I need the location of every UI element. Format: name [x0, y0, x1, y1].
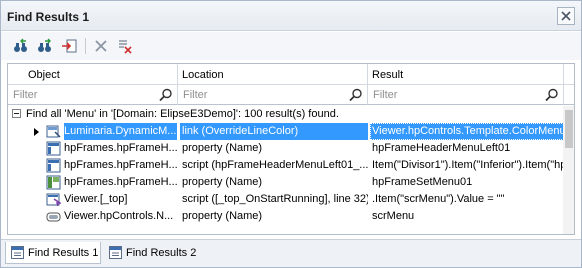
- filter-location-field[interactable]: Filter: [178, 85, 368, 105]
- cell-object: Viewer.hpControls.N...: [64, 210, 174, 222]
- table-row[interactable]: Luminaria.DynamicM... link (OverrideLine…: [8, 123, 570, 140]
- find-next-button[interactable]: [35, 37, 55, 55]
- cell-result: hpFrameSetMenu01: [372, 176, 473, 188]
- table-row[interactable]: hpFrames.hpFrameH... property (Name) hpF…: [8, 174, 564, 191]
- cell-location: script ([_top_OnStartRunning], line 32): [182, 193, 368, 205]
- search-summary: Find all 'Menu' in '[Domain: ElipseE3Dem…: [26, 108, 339, 120]
- search-icon: [159, 88, 172, 102]
- table-row[interactable]: Viewer.[_top] script ([_top_OnStartRunni…: [8, 191, 564, 208]
- frame-icon: [46, 141, 61, 156]
- control-icon: [46, 212, 61, 222]
- cell-location: property (Name): [182, 176, 263, 188]
- column-header-object[interactable]: Object: [8, 64, 178, 85]
- find-previous-button[interactable]: [11, 37, 31, 55]
- cell-object: Luminaria.DynamicM...: [64, 123, 177, 140]
- header-corner: [564, 64, 574, 85]
- scrollbar-thumb[interactable]: [565, 110, 573, 148]
- toolbar-separator: [85, 38, 86, 54]
- cell-result: hpFrameHeaderMenuLeft01: [372, 142, 511, 154]
- search-icon: [349, 88, 362, 102]
- cell-object: hpFrames.hpFrameH...: [64, 142, 177, 154]
- results-grid: Object Location Result Filter Filter Fil…: [7, 63, 575, 235]
- find-results-icon: [109, 246, 122, 259]
- filter-placeholder: Filter: [373, 89, 398, 101]
- find-results-window: Find Results 1 Object Location Result Fi…: [0, 0, 582, 268]
- column-header-label: Location: [182, 69, 224, 81]
- delete-icon: [95, 40, 107, 52]
- table-row[interactable]: Viewer.hpControls.N... property (Name) s…: [8, 208, 564, 225]
- tab-label: Find Results 1: [28, 247, 99, 259]
- cell-result: .Item("scrMenu").Value = "": [372, 193, 505, 205]
- window-title: Find Results 1: [7, 10, 90, 24]
- collapse-toggle[interactable]: [12, 109, 21, 118]
- tab-find-results-2[interactable]: Find Results 2: [104, 242, 200, 264]
- frameset-icon: [46, 175, 61, 190]
- title-bar: Find Results 1: [1, 1, 581, 31]
- clear-all-button[interactable]: [115, 37, 135, 55]
- close-icon: [561, 11, 571, 21]
- binoculars-back-icon: [14, 38, 27, 52]
- column-header-label: Result: [372, 69, 404, 81]
- cell-result: Viewer.hpControls.Template.ColorMenu: [370, 123, 570, 140]
- filter-object-field[interactable]: Filter: [8, 85, 178, 105]
- binoculars-forward-icon: [38, 38, 51, 52]
- filter-placeholder: Filter: [183, 89, 208, 101]
- find-results-icon: [11, 246, 24, 259]
- cell-object: hpFrames.hpFrameH...: [64, 159, 177, 171]
- filter-corner: [564, 85, 574, 105]
- table-row[interactable]: hpFrames.hpFrameH... script (hpFrameHead…: [8, 157, 566, 174]
- cell-result: Item("Divisor1").Item("Inferior").Item("…: [372, 159, 567, 171]
- vertical-scrollbar[interactable]: [563, 106, 574, 234]
- cell-location: script (hpFrameHeaderMenuLeft01_...: [182, 159, 368, 171]
- clear-list-icon: [119, 40, 132, 54]
- cell-location: link (OverrideLineColor): [180, 123, 368, 140]
- cell-object: hpFrames.hpFrameH...: [64, 176, 177, 188]
- cell-object: Viewer.[_top]: [64, 193, 128, 205]
- delete-button[interactable]: [91, 37, 111, 55]
- cell-location: property (Name): [182, 210, 263, 222]
- column-header-label: Object: [28, 69, 60, 81]
- tab-find-results-1[interactable]: Find Results 1: [5, 242, 101, 264]
- column-header-result[interactable]: Result: [368, 64, 564, 85]
- cell-location: property (Name): [182, 142, 263, 154]
- search-icon: [545, 88, 558, 102]
- go-to-icon: [62, 39, 77, 53]
- cell-result: scrMenu: [372, 210, 415, 222]
- tab-bar: Find Results 1 Find Results 2: [1, 239, 581, 267]
- viewer-icon: [46, 193, 61, 207]
- frame-icon: [46, 158, 61, 173]
- tab-label: Find Results 2: [126, 247, 197, 259]
- current-row-arrow-icon: [34, 128, 39, 136]
- dynamic-menu-icon: [46, 125, 61, 138]
- filter-result-field[interactable]: Filter: [368, 85, 564, 105]
- filter-placeholder: Filter: [13, 89, 38, 101]
- toolbar: [1, 32, 581, 60]
- go-to-item-button[interactable]: [59, 37, 79, 55]
- group-summary-row[interactable]: Find all 'Menu' in '[Domain: ElipseE3Dem…: [8, 106, 564, 123]
- close-button[interactable]: [557, 7, 575, 25]
- column-header-location[interactable]: Location: [178, 64, 368, 85]
- table-row[interactable]: hpFrames.hpFrameH... property (Name) hpF…: [8, 140, 564, 157]
